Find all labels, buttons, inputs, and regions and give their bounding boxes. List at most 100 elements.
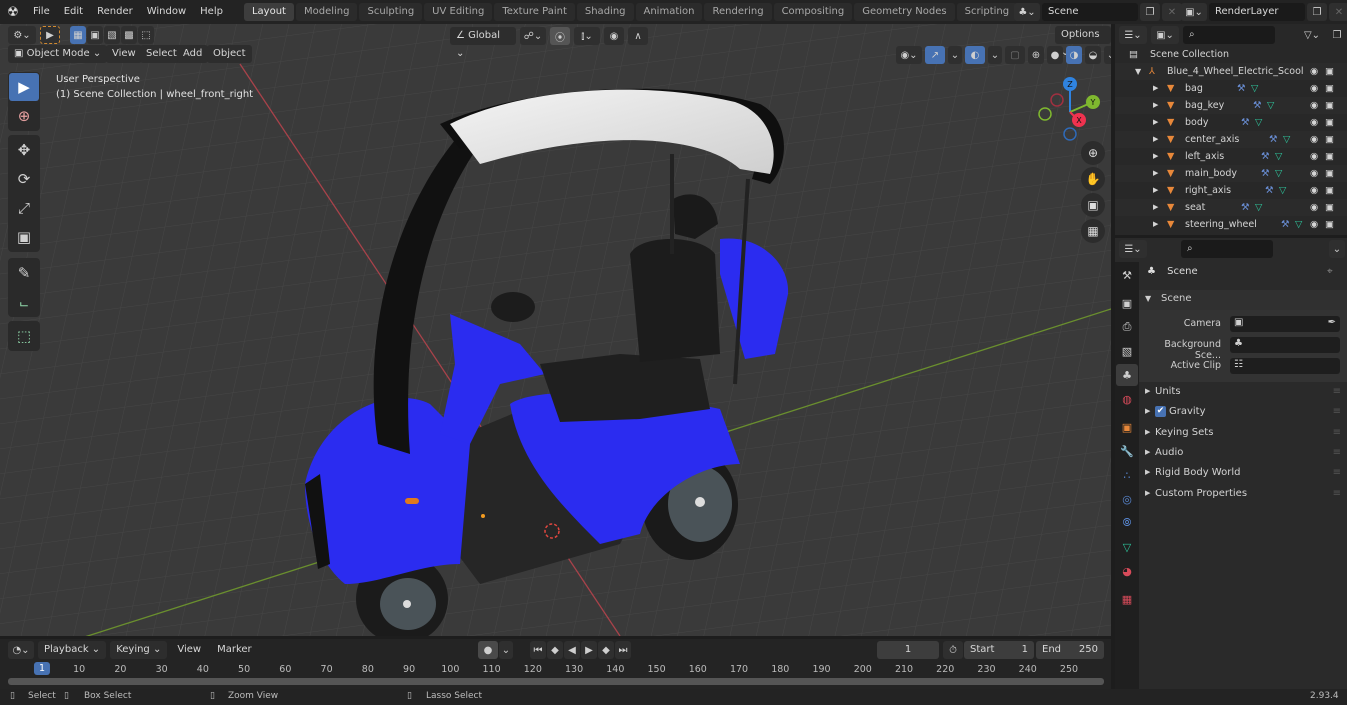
expand-arrow-icon[interactable]: ▶ — [1153, 182, 1158, 199]
render-camera-icon[interactable]: ▣ — [1325, 216, 1334, 233]
perspective-toggle-icon[interactable]: ▦ — [1081, 219, 1105, 243]
select-box-tool-icon[interactable]: ▶ — [9, 73, 39, 101]
pan-view-icon[interactable]: ✋ — [1081, 167, 1105, 191]
tab-compositing[interactable]: Compositing — [773, 3, 853, 21]
expand-arrow-icon[interactable]: ▶ — [1153, 114, 1158, 131]
scene-panel-header[interactable]: ▼ Scene — [1139, 290, 1347, 310]
delete-scene-icon[interactable]: ✕ — [1162, 3, 1182, 21]
render-camera-icon[interactable]: ▣ — [1325, 148, 1334, 165]
object-menu[interactable]: Object — [207, 45, 252, 63]
subpanel-units[interactable]: ▶ Units ≡ — [1139, 383, 1347, 403]
visibility-eye-icon[interactable]: ◉ — [1310, 97, 1318, 114]
add-menu[interactable]: Add — [177, 45, 209, 63]
world-properties-tab-icon[interactable]: ◍ — [1116, 388, 1138, 410]
visibility-eye-icon[interactable]: ◉ — [1310, 63, 1318, 80]
scene-name-field[interactable]: Scene — [1042, 3, 1138, 21]
timeline-scrollbar[interactable] — [8, 678, 1104, 685]
outliner-collection-row[interactable]: ▼ ⅄ Blue_4_Wheel_Electric_Scool ◉ ▣ — [1115, 63, 1347, 80]
expand-arrow-icon[interactable]: ▶ — [1153, 80, 1158, 97]
scene-properties-tab-icon[interactable]: ♣ — [1116, 364, 1138, 386]
gizmo-toggle-icon[interactable]: ↗ — [925, 46, 945, 64]
proportional-edit-icon[interactable]: ◉ — [604, 27, 624, 45]
annotate-tool-icon[interactable]: ✎ — [9, 259, 39, 287]
render-camera-icon[interactable]: ▣ — [1325, 131, 1334, 148]
falloff-icon[interactable]: ∧ — [628, 27, 648, 45]
outliner-search-input[interactable]: ⌕ — [1183, 26, 1275, 44]
camera-field[interactable]: ▣ ✒ — [1230, 316, 1340, 332]
visibility-eye-icon[interactable]: ◉ — [1310, 165, 1318, 182]
render-camera-icon[interactable]: ▣ — [1325, 182, 1334, 199]
delete-view-layer-icon[interactable]: ✕ — [1329, 3, 1347, 21]
outliner-object-row[interactable]: ▶ ▼ body ⚒ ▽ ◉ ▣ — [1115, 114, 1347, 131]
expand-arrow-icon[interactable]: ▶ — [1153, 148, 1158, 165]
render-camera-icon[interactable]: ▣ — [1325, 199, 1334, 216]
visibility-eye-icon[interactable]: ◉ — [1310, 114, 1318, 131]
view-layer-field[interactable]: RenderLayer — [1209, 3, 1305, 21]
outliner-editor-type-icon[interactable]: ☰⌄ — [1119, 26, 1147, 44]
subpanel-audio[interactable]: ▶ Audio ≡ — [1139, 444, 1347, 464]
subpanel-rigid-body-world[interactable]: ▶ Rigid Body World ≡ — [1139, 464, 1347, 484]
material-preview-shading-icon[interactable]: ◑ — [1066, 46, 1082, 64]
drag-handle-icon[interactable]: ≡ — [1333, 488, 1341, 499]
tab-layout[interactable]: Layout — [243, 3, 294, 21]
outliner-object-row[interactable]: ▶ ▼ steering_wheel ⚒ ▽ ◉ ▣ — [1115, 216, 1347, 233]
tab-uv-editing[interactable]: UV Editing — [424, 3, 493, 21]
render-camera-icon[interactable]: ▣ — [1325, 97, 1334, 114]
overlays-toggle-icon[interactable]: ◐ — [965, 46, 985, 64]
gizmo-dropdown-icon[interactable]: ⌄ — [948, 46, 962, 64]
outliner-object-row[interactable]: ▶ ▼ seat ⚒ ▽ ◉ ▣ — [1115, 199, 1347, 216]
expand-arrow-icon[interactable]: ▶ — [1153, 97, 1158, 114]
modifier-properties-tab-icon[interactable]: 🔧 — [1116, 440, 1138, 462]
view-layer-properties-tab-icon[interactable]: ▧ — [1116, 340, 1138, 362]
new-view-layer-icon[interactable]: ❐ — [1307, 3, 1327, 21]
tab-geometry-nodes[interactable]: Geometry Nodes — [854, 3, 955, 21]
tab-texture-paint[interactable]: Texture Paint — [494, 3, 575, 21]
visibility-eye-icon[interactable]: ◉ — [1310, 131, 1318, 148]
rotate-tool-icon[interactable]: ⟳ — [9, 165, 39, 193]
output-properties-tab-icon[interactable]: ⎙ — [1116, 316, 1138, 338]
xray-toggle-icon[interactable]: ▢ — [1005, 46, 1025, 64]
outliner-object-row[interactable]: ▶ ▼ bag_key ⚒ ▽ ◉ ▣ — [1115, 97, 1347, 114]
properties-editor-type-icon[interactable]: ☰⌄ — [1119, 240, 1147, 258]
material-properties-tab-icon[interactable]: ◕ — [1116, 560, 1138, 582]
select-subtract-icon[interactable]: ▧ — [104, 26, 120, 44]
visibility-eye-icon[interactable]: ◉ — [1310, 182, 1318, 199]
background-scene-field[interactable]: ♣ — [1230, 337, 1340, 353]
select-invert-icon[interactable]: ▩ — [121, 26, 137, 44]
constraints-properties-tab-icon[interactable]: ⦾ — [1116, 512, 1138, 534]
tool-properties-tab-icon[interactable]: ⚒ — [1116, 264, 1138, 286]
editor-type-icon[interactable]: ⚙⌄ — [8, 26, 36, 44]
current-frame-marker[interactable]: 1 — [33, 662, 51, 675]
tab-modeling[interactable]: Modeling — [295, 3, 358, 21]
drag-handle-icon[interactable]: ≡ — [1333, 386, 1341, 397]
properties-search-input[interactable]: ⌕ — [1181, 240, 1273, 258]
expand-arrow-icon[interactable]: ▼ — [1135, 63, 1141, 80]
outliner-object-row[interactable]: ▶ ▼ bag ⚒ ▽ ◉ ▣ — [1115, 80, 1347, 97]
render-camera-icon[interactable]: ▣ — [1325, 63, 1334, 80]
cursor-tool-icon[interactable]: ⊕ — [9, 102, 39, 130]
move-tool-icon[interactable]: ✥ — [9, 136, 39, 164]
transform-orientation-dropdown[interactable]: ∠ Global ⌄ — [450, 27, 516, 59]
menu-help[interactable]: Help — [193, 0, 230, 24]
visibility-eye-icon[interactable]: ◉ — [1310, 216, 1318, 233]
rendered-shading-icon[interactable]: ◒ — [1085, 46, 1101, 64]
render-camera-icon[interactable]: ▣ — [1325, 165, 1334, 182]
view-layer-icon[interactable]: ▣⌄ — [1181, 3, 1207, 21]
new-scene-icon[interactable]: ❐ — [1140, 3, 1160, 21]
display-mode-icon[interactable]: ▣⌄ — [1151, 26, 1179, 44]
menu-render[interactable]: Render — [90, 0, 140, 24]
add-cube-tool-icon[interactable]: ⬚ — [9, 322, 39, 350]
render-camera-icon[interactable]: ▣ — [1325, 80, 1334, 97]
wireframe-shading-icon[interactable]: ⊕ — [1028, 46, 1044, 64]
options-dropdown[interactable]: Options ⌄ — [1055, 26, 1111, 58]
expand-arrow-icon[interactable]: ▶ — [1153, 216, 1158, 233]
pin-icon[interactable]: ⌖ — [1327, 266, 1333, 277]
active-clip-field[interactable]: ☷ — [1230, 358, 1340, 374]
select-tool-icon[interactable]: ▶ — [40, 26, 60, 44]
drag-handle-icon[interactable]: ≡ — [1333, 467, 1341, 478]
visibility-eye-icon[interactable]: ◉ — [1310, 80, 1318, 97]
snap-icon[interactable]: ⦿ — [550, 27, 570, 45]
zoom-view-icon[interactable]: ⊕ — [1081, 141, 1105, 165]
view-menu[interactable]: View — [106, 45, 142, 63]
drag-handle-icon[interactable]: ≡ — [1333, 447, 1341, 458]
